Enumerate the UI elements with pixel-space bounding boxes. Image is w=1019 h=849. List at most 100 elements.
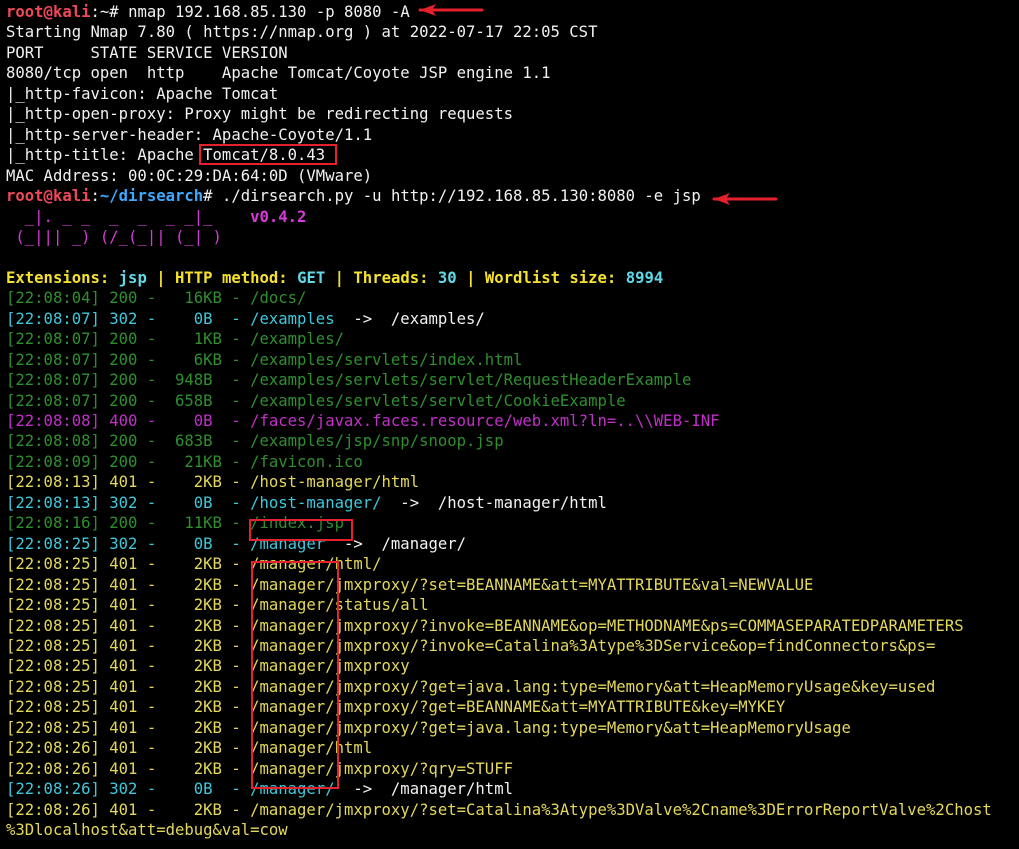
terminal-line: |_http-favicon: Apache Tomcat [6,84,278,104]
terminal-line: [22:08:26] 401 - 2KB - /manager/jmxproxy… [6,759,513,779]
terminal-text: (_||| _) (/_(_|| (_| ) [6,227,222,246]
terminal-line: [22:08:16] 200 - 11KB - /index.jsp [6,513,344,533]
terminal-line: [22:08:04] 200 - 16KB - /docs/ [6,288,306,308]
terminal-window[interactable]: root@kali:~# nmap 192.168.85.130 -p 8080… [0,0,1019,849]
terminal-text: -> /host-manager/html [381,493,607,512]
terminal-text: Extensions: [6,268,119,287]
terminal-line: [22:08:25] 401 - 2KB - /manager/jmxproxy… [6,636,935,656]
terminal-text: 8080/tcp open http Apache Tomcat/Coyote … [6,64,551,83]
terminal-line: [22:08:26] 401 - 2KB - /manager/jmxproxy… [6,800,992,820]
terminal-line: %3Dlocalhost&att=debug&val=cow [6,820,288,840]
terminal-text: [22:08:25] 401 - 2KB - /manager/jmxproxy… [6,698,786,717]
terminal-text: [22:08:07] 200 - 948B - /examples/servle… [6,371,692,390]
terminal-line: [22:08:08] 200 - 683B - /examples/jsp/sn… [6,431,504,451]
terminal-text: ~/dirsearch [99,187,204,206]
terminal-line: _|. _ _ _ _ _ _|_ v0.4.2 [6,207,307,227]
terminal-text: | [146,268,176,287]
terminal-text: _|. _ _ _ _ _ _|_ [6,207,251,226]
terminal-text: GET [297,268,326,287]
terminal-text: |_http-server-header: Apache-Coyote/1.1 [6,125,373,144]
terminal-line: [22:08:25] 401 - 2KB - /manager/jmxproxy… [6,697,785,717]
terminal-text: [22:08:26] 401 - 2KB - /manager/jmxproxy… [6,800,992,819]
terminal-text: [22:08:25] 401 - 2KB - /manager/jmxproxy… [6,718,851,737]
terminal-line: [22:08:26] 401 - 2KB - /manager/html [6,738,372,758]
terminal-text: PORT STATE SERVICE VERSION [6,43,288,62]
terminal-text: [22:08:26] 401 - 2KB - /manager/jmxproxy… [6,759,513,778]
terminal-line: |_http-open-proxy: Proxy might be redire… [6,104,513,124]
terminal-line: [22:08:13] 401 - 2KB - /host-manager/htm… [6,472,419,492]
terminal-text: [22:08:26] 302 - 0B - /manager/ [6,780,335,799]
terminal-text: Wordlist size: [484,268,626,287]
terminal-text: %3Dlocalhost&att=debug&val=cow [6,821,288,839]
terminal-line: root@kali:~# nmap 192.168.85.130 -p 8080… [6,2,410,22]
terminal-text: [22:08:08] 200 - 683B - /examples/jsp/sn… [6,432,504,451]
terminal-line: [22:08:07] 200 - 658B - /examples/servle… [6,391,626,411]
terminal-text: root@kali [6,187,91,206]
terminal-text: [22:08:13] 302 - 0B - /host-manager/ [6,493,382,512]
terminal-line: [22:08:26] 302 - 0B - /manager/ -> /mana… [6,779,513,799]
terminal-text: HTTP method: [175,268,298,287]
terminal-text: [22:08:25] 401 - 2KB - /manager/jmxproxy… [6,636,936,655]
terminal-text: [22:08:07] 200 - 658B - /examples/servle… [6,391,626,410]
terminal-text: [22:08:07] 200 - 6KB - /examples/servlet… [6,350,523,369]
terminal-line: [22:08:07] 200 - 948B - /examples/servle… [6,370,691,390]
terminal-text: |_http-open-proxy: Proxy might be redire… [6,105,513,124]
terminal-line: 8080/tcp open http Apache Tomcat/Coyote … [6,63,551,83]
terminal-line: [22:08:25] 401 - 2KB - /manager/status/a… [6,595,428,615]
terminal-text: :~# [90,3,129,21]
terminal-line: MAC Address: 00:0C:29:DA:64:0D (VMware) [6,166,372,186]
terminal-text: [22:08:09] 200 - 21KB - /favicon.ico [6,452,363,471]
terminal-line: [22:08:25] 401 - 2KB - /manager/jmxproxy [6,656,410,676]
terminal-line: [22:08:25] 401 - 2KB - /manager/html/ [6,554,382,574]
terminal-line: root@kali:~/dirsearch# ./dirsearch.py -u… [6,186,701,206]
terminal-text: -> /examples/ [334,309,485,328]
terminal-text: [22:08:16] 200 - 11KB - /index.jsp [6,514,344,533]
terminal-text: | [325,268,354,287]
terminal-text: [22:08:25] 401 - 2KB - /manager/jmxproxy… [6,677,936,696]
terminal-line: [22:08:13] 302 - 0B - /host-manager/ -> … [6,493,607,513]
terminal-text: v0.4.2 [250,207,307,226]
terminal-text: Starting Nmap 7.80 ( https://nmap.org ) … [6,23,598,42]
terminal-text: [22:08:07] 200 - 1KB - /examples/ [6,330,344,349]
terminal-text: [22:08:26] 401 - 2KB - /manager/html [6,739,373,758]
terminal-line: [22:08:25] 401 - 2KB - /manager/jmxproxy… [6,575,813,595]
terminal-text: 30 [437,268,457,287]
terminal-line: [22:08:25] 302 - 0B - /manager -> /manag… [6,534,466,554]
terminal-line: [22:08:25] 401 - 2KB - /manager/jmxproxy… [6,677,935,697]
terminal-line: [22:08:07] 200 - 1KB - /examples/ [6,329,344,349]
terminal-text: [22:08:25] 401 - 2KB - /manager/jmxproxy… [6,616,964,635]
terminal-text: # [203,187,222,206]
terminal-text: [22:08:25] 302 - 0B - /manager [6,534,326,553]
terminal-text: MAC Address: 00:0C:29:DA:64:0D (VMware) [6,166,373,185]
terminal-text: nmap 192.168.85.130 -p 8080 -A [128,3,410,21]
terminal-text: : [90,187,100,206]
terminal-text: [22:08:25] 401 - 2KB - /manager/html/ [6,555,382,574]
terminal-line: [22:08:08] 400 - 0B - /faces/javax.faces… [6,411,720,431]
terminal-text: jsp [118,268,147,287]
terminal-text: [22:08:04] 200 - 16KB - /docs/ [6,289,307,308]
terminal-text: ./dirsearch.py -u http://192.168.85.130:… [221,187,701,206]
terminal-line: Starting Nmap 7.80 ( https://nmap.org ) … [6,22,597,42]
terminal-text: 8994 [625,268,664,287]
terminal-text: [22:08:08] 400 - 0B - /faces/javax.faces… [6,412,720,430]
terminal-line: PORT STATE SERVICE VERSION [6,43,288,63]
terminal-line: |_http-title: Apache Tomcat/8.0.43 [6,145,325,165]
terminal-line: [22:08:25] 401 - 2KB - /manager/jmxproxy… [6,616,964,636]
terminal-line: [22:08:07] 200 - 6KB - /examples/servlet… [6,350,522,370]
terminal-text: -> /manager/ [325,534,467,553]
terminal-text: -> /manager/html [334,780,513,799]
terminal-line: [22:08:07] 302 - 0B - /examples -> /exam… [6,309,485,329]
terminal-line: [22:08:09] 200 - 21KB - /favicon.ico [6,452,363,472]
terminal-text: [22:08:25] 401 - 2KB - /manager/status/a… [6,596,429,615]
terminal-text: root@kali [6,3,91,21]
terminal-text: |_http-favicon: Apache Tomcat [6,84,279,103]
terminal-text: [22:08:25] 401 - 2KB - /manager/jmxproxy [6,657,410,676]
terminal-text: [22:08:25] 401 - 2KB - /manager/jmxproxy… [6,575,814,594]
terminal-text: [22:08:07] 302 - 0B - /examples [6,309,335,328]
terminal-text: Threads: [353,268,438,287]
terminal-line: (_||| _) (/_(_|| (_| ) [6,227,222,247]
terminal-text: | [456,268,485,287]
terminal-line: Extensions: jsp | HTTP method: GET | Thr… [6,268,663,288]
terminal-line: [22:08:25] 401 - 2KB - /manager/jmxproxy… [6,718,851,738]
terminal-line: |_http-server-header: Apache-Coyote/1.1 [6,125,372,145]
